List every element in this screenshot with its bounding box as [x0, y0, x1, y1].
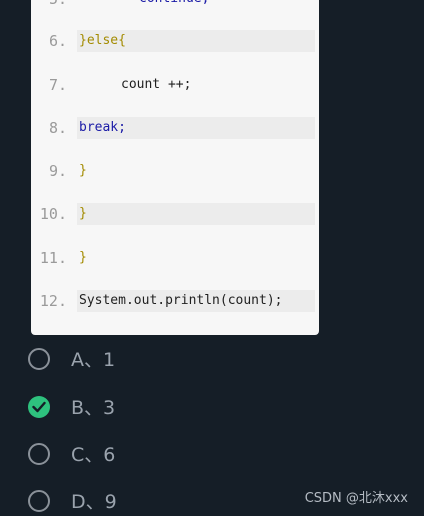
line-number: 7.	[48, 76, 67, 94]
line-number: 5.	[31, 0, 67, 10]
code-line: 10. }	[31, 203, 319, 225]
code-line: 7. count ++;	[31, 74, 319, 96]
option-label: B、3	[71, 397, 116, 419]
code-line-highlight	[77, 203, 315, 225]
code-block: 5. continue; 6. }else{ 7. count ++; 8. b…	[31, 0, 319, 335]
code-line: 5. continue;	[31, 0, 319, 10]
code-text: }	[79, 250, 87, 265]
code-line: 11. }	[31, 247, 319, 269]
option-label: C、6	[71, 444, 116, 466]
line-number: 11.	[39, 249, 67, 267]
radio-checked-icon[interactable]	[28, 396, 50, 418]
code-text: System.out.println(count);	[79, 293, 283, 308]
code-text: }else{	[79, 33, 126, 48]
radio-unchecked-icon[interactable]	[28, 348, 50, 370]
code-line: 9. }	[31, 160, 319, 182]
code-text: break;	[79, 120, 126, 135]
option-a[interactable]: A、1	[28, 348, 228, 372]
line-number: 6.	[48, 32, 67, 50]
watermark: CSDN @北沐xxx	[304, 491, 408, 506]
code-text: count ++;	[121, 77, 192, 92]
checkmark-icon	[32, 401, 46, 413]
radio-unchecked-icon[interactable]	[28, 490, 50, 512]
line-number: 9.	[48, 162, 67, 180]
code-text: }	[79, 206, 87, 221]
line-number: 8.	[48, 119, 67, 137]
option-d[interactable]: D、9	[28, 490, 228, 514]
code-text: }	[79, 163, 87, 178]
code-line: 8. break;	[31, 117, 319, 139]
line-number: 12.	[39, 292, 67, 310]
code-text: continue;	[139, 0, 209, 10]
option-c[interactable]: C、6	[28, 443, 228, 467]
code-line: 12. System.out.println(count);	[31, 290, 319, 312]
option-b[interactable]: B、3	[28, 396, 228, 420]
radio-unchecked-icon[interactable]	[28, 443, 50, 465]
quiz-page: 5. continue; 6. }else{ 7. count ++; 8. b…	[0, 0, 424, 516]
option-label: A、1	[71, 349, 116, 371]
option-label: D、9	[71, 491, 117, 513]
line-number: 10.	[39, 205, 67, 223]
code-line: 6. }else{	[31, 30, 319, 52]
